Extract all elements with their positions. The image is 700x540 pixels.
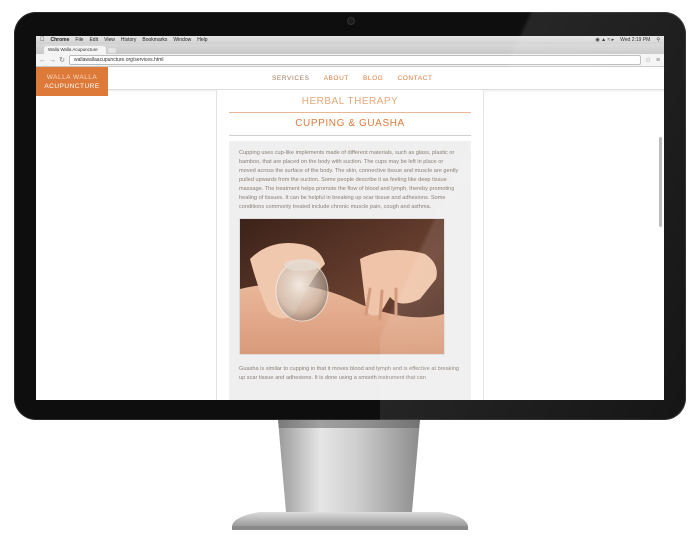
menu-icon[interactable]: ≡	[655, 57, 661, 64]
cupping-photo	[239, 218, 445, 355]
bookmark-star-icon[interactable]: ☆	[645, 56, 651, 64]
divider	[229, 135, 471, 136]
toolbar: ← → ↻ wallawallaacupuncture.org/services…	[36, 54, 664, 67]
site-logo[interactable]: WALLA WALLA ACUPUNCTURE	[36, 67, 108, 96]
logo-line-1: WALLA WALLA	[46, 74, 98, 81]
monitor-stand-base	[232, 512, 468, 530]
menu-history[interactable]: History	[121, 37, 137, 43]
herbal-therapy-heading[interactable]: HERBAL THERAPY	[217, 90, 483, 108]
menubar-clock[interactable]: Wed 2:19 PM	[620, 37, 650, 43]
nav-blog[interactable]: BLOG	[363, 75, 383, 82]
apple-icon[interactable]: 	[40, 37, 45, 43]
new-tab-button[interactable]	[108, 48, 116, 53]
menu-bookmarks[interactable]: Bookmarks	[142, 37, 167, 43]
nav-about[interactable]: ABOUT	[324, 75, 349, 82]
forward-icon[interactable]: →	[49, 57, 56, 64]
scrollbar-thumb[interactable]	[659, 137, 662, 227]
guasha-description: Guasha is similar to cupping in that it …	[239, 366, 460, 381]
status-icons[interactable]: ◉ ▲ ≈ ▸	[595, 37, 614, 43]
mac-menubar:  Chrome File Edit View History Bookmark…	[36, 36, 664, 44]
menu-file[interactable]: File	[75, 37, 83, 43]
reload-icon[interactable]: ↻	[59, 56, 65, 64]
nav-contact[interactable]: CONTACT	[397, 75, 432, 82]
screen:  Chrome File Edit View History Bookmark…	[36, 36, 664, 400]
cupping-guasha-heading[interactable]: CUPPING & GUASHA	[217, 113, 483, 132]
monitor-stand-neck	[278, 420, 420, 512]
menu-view[interactable]: View	[104, 37, 115, 43]
menu-window[interactable]: Window	[173, 37, 191, 43]
logo-line-2: ACUPUNCTURE	[44, 83, 100, 90]
site-header: WALLA WALLA ACUPUNCTURE SERVICES ABOUT B…	[36, 67, 664, 96]
page-viewport: WALLA WALLA ACUPUNCTURE SERVICES ABOUT B…	[36, 67, 664, 400]
camera-icon	[347, 17, 355, 25]
address-bar[interactable]: wallawallaacupuncture.org/services.html	[69, 55, 641, 65]
cupping-panel: Cupping uses cup-like implements made of…	[229, 141, 471, 400]
site-nav: SERVICES ABOUT BLOG CONTACT	[272, 67, 433, 89]
nav-services[interactable]: SERVICES	[272, 75, 310, 82]
content-column: HERBAL THERAPY CUPPING & GUASHA Cupping …	[216, 90, 484, 400]
tab-strip: Walla Walla Acupuncture	[36, 44, 664, 54]
back-icon[interactable]: ←	[39, 57, 46, 64]
search-icon[interactable]: ⚲	[656, 37, 660, 43]
menu-help[interactable]: Help	[197, 37, 207, 43]
browser-tab[interactable]: Walla Walla Acupuncture	[44, 46, 106, 54]
cupping-description: Cupping uses cup-like implements made of…	[239, 150, 459, 210]
menu-edit[interactable]: Edit	[89, 37, 98, 43]
menu-chrome[interactable]: Chrome	[51, 37, 70, 43]
